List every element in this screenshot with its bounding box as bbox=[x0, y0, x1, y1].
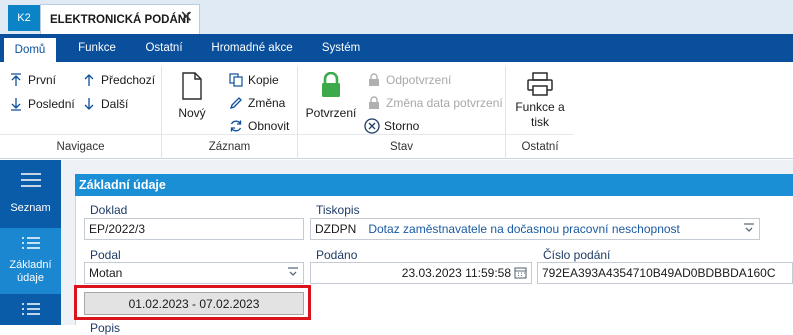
change-date-button[interactable]: Změna data potvrzení bbox=[366, 93, 503, 113]
cancel-circle-icon bbox=[364, 118, 380, 134]
calendar-icon[interactable] bbox=[514, 266, 527, 282]
refresh-icon bbox=[228, 118, 244, 134]
arrow-up-bar-icon bbox=[8, 72, 24, 88]
lock-disabled-icon bbox=[366, 95, 382, 111]
cislo-podani-value: 792EA393A4354710B49AD0BDBBDA160C bbox=[542, 266, 776, 280]
podal-label: Podal bbox=[90, 248, 121, 262]
tab-funkce[interactable]: Funkce bbox=[66, 34, 128, 62]
arrow-up-icon bbox=[81, 72, 97, 88]
highlight-box bbox=[74, 285, 311, 320]
tiskopis-label: Tiskopis bbox=[316, 203, 360, 217]
previous-button[interactable]: Předchozí bbox=[81, 70, 155, 90]
unconfirm-label: Odpotvrzení bbox=[386, 73, 452, 87]
new-document-icon bbox=[168, 72, 216, 100]
lock-icon bbox=[302, 72, 360, 98]
last-button[interactable]: Poslední bbox=[8, 94, 75, 114]
group-divider bbox=[506, 134, 574, 135]
nav-item-basic-data-label-1: Základní bbox=[9, 259, 52, 271]
podal-value: Motan bbox=[89, 266, 123, 280]
next-button[interactable]: Další bbox=[81, 94, 128, 114]
arrow-down-bar-icon bbox=[8, 96, 24, 112]
group-caption-ostatni: Ostatní bbox=[521, 141, 559, 153]
new-button[interactable]: Nový bbox=[168, 72, 216, 120]
podal-field[interactable]: Motan bbox=[84, 262, 304, 284]
nav-item-list[interactable]: Seznam bbox=[0, 160, 61, 226]
ribbon: První Poslední Předchozí Další Navigace … bbox=[0, 62, 793, 159]
tab-system[interactable]: Systém bbox=[310, 34, 372, 62]
confirm-button[interactable]: Potvrzení bbox=[302, 72, 360, 120]
tiskopis-code: DZDPN bbox=[315, 222, 357, 236]
first-label: První bbox=[28, 73, 57, 87]
cancel-button[interactable]: Storno bbox=[364, 116, 419, 136]
tab-ostatni[interactable]: Ostatní bbox=[134, 34, 194, 62]
copy-label: Kopie bbox=[248, 73, 279, 87]
group-divider bbox=[298, 134, 505, 135]
list-icon bbox=[0, 228, 61, 250]
tiskopis-field[interactable]: DZDPN Dotaz zaměstnavatele na dočasnou p… bbox=[310, 218, 760, 240]
tiskopis-name: Dotaz zaměstnavatele na dočasnou pracovn… bbox=[368, 222, 680, 236]
left-navigation: Seznam Základní údaje bbox=[0, 160, 61, 325]
change-label: Změna bbox=[248, 96, 286, 110]
pencil-icon bbox=[228, 95, 244, 111]
next-label: Další bbox=[101, 97, 129, 111]
menu-icon bbox=[0, 160, 61, 188]
functions-print-label-1: Funkce a bbox=[515, 100, 565, 114]
tab-domu[interactable]: Domů bbox=[4, 38, 56, 62]
cancel-label: Storno bbox=[384, 119, 420, 133]
copy-button[interactable]: Kopie bbox=[228, 70, 279, 90]
ribbon-tab-bar: Domů Funkce Ostatní Hromadné akce Systém bbox=[0, 34, 793, 62]
group-divider bbox=[0, 134, 161, 135]
list-icon bbox=[0, 296, 61, 316]
group-ostatni: Funkce a tisk Ostatní bbox=[506, 66, 574, 159]
change-date-label: Změna data potvrzení bbox=[386, 96, 503, 110]
change-button[interactable]: Změna bbox=[228, 93, 285, 113]
unconfirm-button[interactable]: Odpotvrzení bbox=[366, 70, 451, 90]
nav-item-basic-data[interactable]: Základní údaje bbox=[0, 228, 61, 294]
section-header: Základní údaje bbox=[75, 174, 793, 196]
document-tab-title: ELEKTRONICKÁ PODÁNÍ bbox=[50, 13, 190, 26]
doklad-value: EP/2022/3 bbox=[89, 222, 146, 236]
nav-item-basic-data-label-2: údaje bbox=[17, 272, 44, 284]
app-badge[interactable]: K2 bbox=[8, 5, 40, 31]
nav-item-list-label: Seznam bbox=[10, 202, 51, 214]
close-tab-icon[interactable]: ✕ bbox=[180, 10, 193, 26]
doklad-field[interactable]: EP/2022/3 bbox=[84, 218, 304, 240]
podano-value: 23.03.2023 11:59:58 bbox=[401, 266, 511, 280]
lock-disabled-icon bbox=[366, 72, 382, 88]
document-tab-strip: K2 ELEKTRONICKÁ PODÁNÍ ✕ bbox=[0, 0, 793, 34]
copy-icon bbox=[228, 72, 244, 88]
group-caption-zaznam: Záznam bbox=[208, 141, 251, 153]
group-divider bbox=[162, 134, 297, 135]
group-caption-stav: Stav bbox=[389, 141, 413, 153]
refresh-label: Obnovit bbox=[248, 119, 290, 133]
refresh-button[interactable]: Obnovit bbox=[228, 116, 289, 136]
functions-print-label-2: tisk bbox=[531, 115, 549, 129]
next-field-label: Popis bbox=[90, 321, 121, 335]
arrow-down-icon bbox=[81, 96, 97, 112]
cislo-podani-label: Číslo podání bbox=[543, 248, 611, 262]
group-navigace: První Poslední Předchozí Další Navigace bbox=[0, 66, 162, 159]
first-button[interactable]: První bbox=[8, 70, 56, 90]
podano-field[interactable]: 23.03.2023 11:59:58 bbox=[310, 262, 532, 284]
doklad-label: Doklad bbox=[90, 203, 128, 217]
nav-item-more[interactable] bbox=[0, 296, 61, 325]
new-label: Nový bbox=[178, 106, 206, 120]
functions-print-button[interactable]: Funkce a tisk bbox=[508, 72, 572, 130]
tab-hromadne-akce[interactable]: Hromadné akce bbox=[204, 34, 300, 62]
group-zaznam: Nový Kopie Změna Obnovit Záznam bbox=[162, 66, 298, 159]
podano-label: Podáno bbox=[316, 248, 358, 262]
group-caption-navigace: Navigace bbox=[56, 141, 105, 153]
group-stav: Potvrzení Odpotvrzení Změna data potvrze… bbox=[298, 66, 506, 159]
cislo-podani-field[interactable]: 792EA393A4354710B49AD0BDBBDA160C bbox=[537, 262, 793, 284]
previous-label: Předchozí bbox=[101, 73, 156, 87]
printer-icon bbox=[508, 72, 572, 96]
dropdown-icon[interactable] bbox=[743, 223, 755, 235]
confirm-label: Potvrzení bbox=[305, 106, 357, 120]
last-label: Poslední bbox=[28, 97, 75, 111]
dropdown-icon[interactable] bbox=[287, 267, 299, 279]
document-tab[interactable]: ELEKTRONICKÁ PODÁNÍ ✕ bbox=[40, 4, 200, 34]
